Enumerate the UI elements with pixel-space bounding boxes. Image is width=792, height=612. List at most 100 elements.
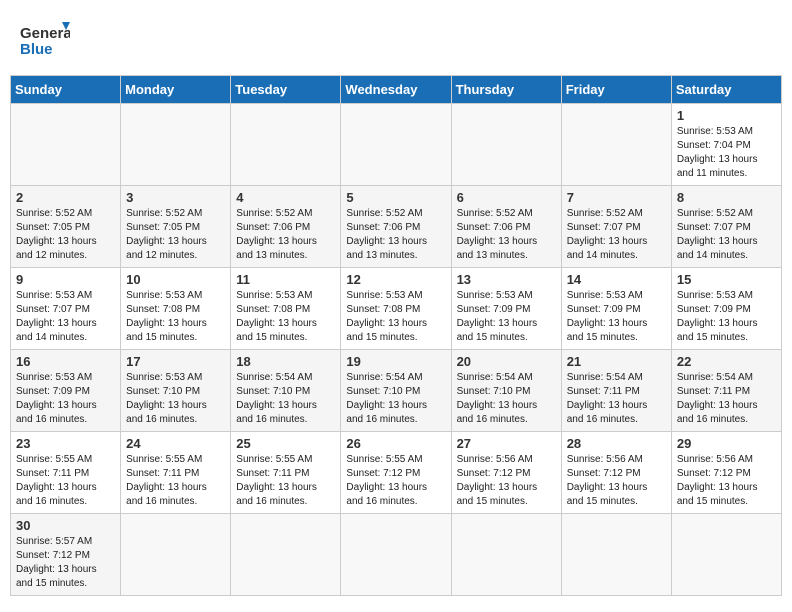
calendar-day-cell: 17Sunrise: 5:53 AM Sunset: 7:10 PM Dayli… <box>121 350 231 432</box>
day-number: 23 <box>16 436 115 451</box>
day-info: Sunrise: 5:53 AM Sunset: 7:04 PM Dayligh… <box>677 125 776 181</box>
day-info: Sunrise: 5:52 AM Sunset: 7:05 PM Dayligh… <box>16 207 115 263</box>
calendar-day-cell <box>451 104 561 186</box>
calendar-day-cell: 2 Sunrise: 5:52 AM Sunset: 7:05 PM Daylig… <box>11 186 121 268</box>
day-info: Sunrise: 5:53 AM Sunset: 7:08 PM Dayligh… <box>346 289 445 345</box>
calendar-day-cell: 20Sunrise: 5:54 AM Sunset: 7:10 PM Dayli… <box>451 350 561 432</box>
day-info: Sunrise: 5:56 AM Sunset: 7:12 PM Dayligh… <box>677 453 776 509</box>
day-info: Sunrise: 5:54 AM Sunset: 7:11 PM Dayligh… <box>677 371 776 427</box>
day-number: 29 <box>677 436 776 451</box>
day-number: 18 <box>236 354 335 369</box>
day-info: Sunrise: 5:56 AM Sunset: 7:12 PM Dayligh… <box>457 453 556 509</box>
svg-text:Blue: Blue <box>20 41 53 58</box>
day-number: 30 <box>16 518 115 533</box>
day-number: 7 <box>567 190 666 205</box>
day-info: Sunrise: 5:54 AM Sunset: 7:10 PM Dayligh… <box>236 371 335 427</box>
calendar-day-cell <box>561 104 671 186</box>
day-number: 21 <box>567 354 666 369</box>
day-number: 10 <box>126 272 225 287</box>
calendar-day-cell: 5Sunrise: 5:52 AM Sunset: 7:06 PM Daylig… <box>341 186 451 268</box>
calendar-day-cell: 8Sunrise: 5:52 AM Sunset: 7:07 PM Daylig… <box>671 186 781 268</box>
calendar-day-cell <box>561 514 671 596</box>
calendar-week-row: 1 Sunrise: 5:53 AM Sunset: 7:04 PM Daylig… <box>11 104 782 186</box>
calendar-day-cell: 22Sunrise: 5:54 AM Sunset: 7:11 PM Dayli… <box>671 350 781 432</box>
calendar-day-cell: 9Sunrise: 5:53 AM Sunset: 7:07 PM Daylig… <box>11 268 121 350</box>
day-number: 24 <box>126 436 225 451</box>
day-info: Sunrise: 5:52 AM Sunset: 7:05 PM Dayligh… <box>126 207 225 263</box>
day-info: Sunrise: 5:57 AM Sunset: 7:12 PM Dayligh… <box>16 535 115 591</box>
day-number: 13 <box>457 272 556 287</box>
day-number: 4 <box>236 190 335 205</box>
day-info: Sunrise: 5:55 AM Sunset: 7:11 PM Dayligh… <box>236 453 335 509</box>
calendar-week-row: 2 Sunrise: 5:52 AM Sunset: 7:05 PM Daylig… <box>11 186 782 268</box>
calendar-day-cell: 1 Sunrise: 5:53 AM Sunset: 7:04 PM Daylig… <box>671 104 781 186</box>
calendar-day-cell <box>451 514 561 596</box>
day-number: 14 <box>567 272 666 287</box>
calendar-day-cell: 16 Sunrise: 5:53 AM Sunset: 7:09 PM Dayli… <box>11 350 121 432</box>
calendar-day-cell: 19Sunrise: 5:54 AM Sunset: 7:10 PM Dayli… <box>341 350 451 432</box>
day-number: 9 <box>16 272 115 287</box>
calendar-day-cell <box>341 514 451 596</box>
calendar-header-saturday: Saturday <box>671 76 781 104</box>
day-info: Sunrise: 5:53 AM Sunset: 7:09 PM Dayligh… <box>16 371 115 427</box>
calendar-day-cell: 15 Sunrise: 5:53 AM Sunset: 7:09 PM Dayli… <box>671 268 781 350</box>
calendar-day-cell: 14 Sunrise: 5:53 AM Sunset: 7:09 PM Dayli… <box>561 268 671 350</box>
calendar-day-cell: 7 Sunrise: 5:52 AM Sunset: 7:07 PM Daylig… <box>561 186 671 268</box>
day-number: 3 <box>126 190 225 205</box>
day-number: 5 <box>346 190 445 205</box>
day-info: Sunrise: 5:53 AM Sunset: 7:10 PM Dayligh… <box>126 371 225 427</box>
calendar-week-row: 23 Sunrise: 5:55 AM Sunset: 7:11 PM Dayli… <box>11 432 782 514</box>
day-info: Sunrise: 5:54 AM Sunset: 7:10 PM Dayligh… <box>346 371 445 427</box>
calendar-table: SundayMondayTuesdayWednesdayThursdayFrid… <box>10 75 782 596</box>
day-number: 16 <box>16 354 115 369</box>
day-info: Sunrise: 5:55 AM Sunset: 7:11 PM Dayligh… <box>16 453 115 509</box>
day-info: Sunrise: 5:52 AM Sunset: 7:06 PM Dayligh… <box>457 207 556 263</box>
calendar-day-cell: 4 Sunrise: 5:52 AM Sunset: 7:06 PM Daylig… <box>231 186 341 268</box>
calendar-header-sunday: Sunday <box>11 76 121 104</box>
calendar-day-cell: 30 Sunrise: 5:57 AM Sunset: 7:12 PM Dayli… <box>11 514 121 596</box>
day-number: 27 <box>457 436 556 451</box>
calendar-header-monday: Monday <box>121 76 231 104</box>
day-info: Sunrise: 5:54 AM Sunset: 7:11 PM Dayligh… <box>567 371 666 427</box>
calendar-day-cell: 25 Sunrise: 5:55 AM Sunset: 7:11 PM Dayli… <box>231 432 341 514</box>
calendar-day-cell: 3 Sunrise: 5:52 AM Sunset: 7:05 PM Daylig… <box>121 186 231 268</box>
calendar-header-row: SundayMondayTuesdayWednesdayThursdayFrid… <box>11 76 782 104</box>
day-info: Sunrise: 5:55 AM Sunset: 7:12 PM Dayligh… <box>346 453 445 509</box>
day-number: 25 <box>236 436 335 451</box>
day-number: 15 <box>677 272 776 287</box>
calendar-day-cell: 6 Sunrise: 5:52 AM Sunset: 7:06 PM Daylig… <box>451 186 561 268</box>
day-info: Sunrise: 5:52 AM Sunset: 7:07 PM Dayligh… <box>567 207 666 263</box>
calendar-day-cell: 21 Sunrise: 5:54 AM Sunset: 7:11 PM Dayli… <box>561 350 671 432</box>
calendar-day-cell: 29 Sunrise: 5:56 AM Sunset: 7:12 PM Dayli… <box>671 432 781 514</box>
day-number: 2 <box>16 190 115 205</box>
day-info: Sunrise: 5:56 AM Sunset: 7:12 PM Dayligh… <box>567 453 666 509</box>
calendar-week-row: 30 Sunrise: 5:57 AM Sunset: 7:12 PM Dayli… <box>11 514 782 596</box>
calendar-header-wednesday: Wednesday <box>341 76 451 104</box>
day-info: Sunrise: 5:53 AM Sunset: 7:09 PM Dayligh… <box>567 289 666 345</box>
calendar-header-thursday: Thursday <box>451 76 561 104</box>
day-info: Sunrise: 5:53 AM Sunset: 7:09 PM Dayligh… <box>677 289 776 345</box>
day-info: Sunrise: 5:52 AM Sunset: 7:06 PM Dayligh… <box>236 207 335 263</box>
calendar-day-cell: 24Sunrise: 5:55 AM Sunset: 7:11 PM Dayli… <box>121 432 231 514</box>
calendar-day-cell: 27 Sunrise: 5:56 AM Sunset: 7:12 PM Dayli… <box>451 432 561 514</box>
svg-text:General: General <box>20 25 70 42</box>
day-number: 1 <box>677 108 776 123</box>
day-info: Sunrise: 5:54 AM Sunset: 7:10 PM Dayligh… <box>457 371 556 427</box>
day-number: 6 <box>457 190 556 205</box>
calendar-day-cell <box>121 514 231 596</box>
day-info: Sunrise: 5:53 AM Sunset: 7:09 PM Dayligh… <box>457 289 556 345</box>
logo-svg: General Blue <box>20 20 70 62</box>
calendar-day-cell: 18 Sunrise: 5:54 AM Sunset: 7:10 PM Dayli… <box>231 350 341 432</box>
day-number: 26 <box>346 436 445 451</box>
calendar-week-row: 9Sunrise: 5:53 AM Sunset: 7:07 PM Daylig… <box>11 268 782 350</box>
calendar-day-cell: 26 Sunrise: 5:55 AM Sunset: 7:12 PM Dayli… <box>341 432 451 514</box>
day-info: Sunrise: 5:53 AM Sunset: 7:08 PM Dayligh… <box>236 289 335 345</box>
day-info: Sunrise: 5:53 AM Sunset: 7:08 PM Dayligh… <box>126 289 225 345</box>
calendar-day-cell: 11Sunrise: 5:53 AM Sunset: 7:08 PM Dayli… <box>231 268 341 350</box>
logo: General Blue <box>20 20 70 62</box>
calendar-day-cell <box>11 104 121 186</box>
calendar-header-tuesday: Tuesday <box>231 76 341 104</box>
calendar-day-cell <box>121 104 231 186</box>
calendar-day-cell: 10 Sunrise: 5:53 AM Sunset: 7:08 PM Dayli… <box>121 268 231 350</box>
calendar-day-cell <box>341 104 451 186</box>
